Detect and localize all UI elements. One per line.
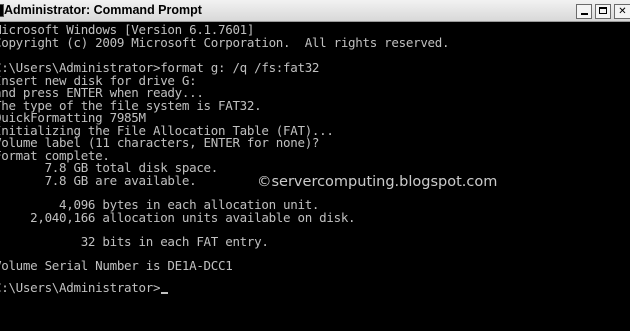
close-button[interactable]: ✕ [614,4,630,19]
console-line: 7.8 GB are available. [0,173,197,188]
console-prompt: C:\Users\Administrator> [0,280,161,295]
close-icon: ✕ [618,6,627,17]
watermark: ©servercomputing.blogspot.com [257,174,498,190]
console-prompt-line[interactable]: C:\Users\Administrator> [0,280,169,295]
maximize-icon [599,7,607,14]
console-line: 32 bits in each FAT entry. [0,234,269,249]
minimize-icon [581,13,588,15]
window-title: Administrator: Command Prompt [4,3,202,17]
console-line: 2,040,166 allocation units available on … [0,210,356,225]
maximize-button[interactable] [595,4,611,19]
text-cursor [161,292,169,294]
minimize-button[interactable] [576,4,592,19]
console-line: Copyright (c) 2009 Microsoft Corporation… [0,35,450,50]
console-output[interactable]: Microsoft Windows [Version 6.1.7601] Cop… [0,22,630,331]
command-prompt-window: Administrator: Command Prompt ✕ Microsof… [0,0,630,331]
console-line: Volume Serial Number is DE1A-DCC1 [0,258,233,273]
title-bar[interactable]: Administrator: Command Prompt ✕ [0,0,630,22]
